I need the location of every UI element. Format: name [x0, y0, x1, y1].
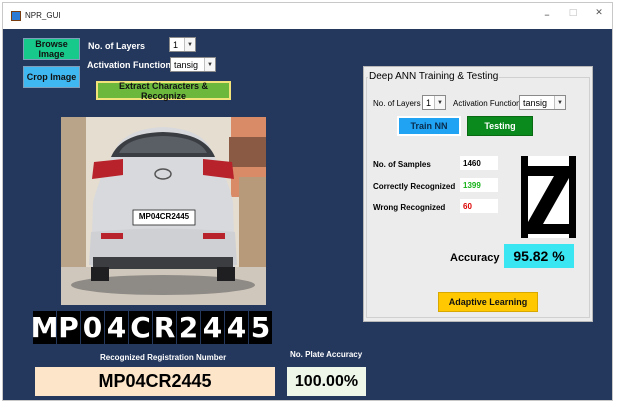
segmented-char: 2	[177, 311, 200, 344]
adaptive-learning-button[interactable]: Adaptive Learning	[438, 292, 538, 312]
window-title: NPR_GUI	[25, 11, 61, 20]
segmented-char: 0	[81, 311, 104, 344]
segmented-char: M	[30, 311, 59, 344]
maximize-icon[interactable]: □	[565, 8, 581, 18]
training-panel: Deep ANN Training & Testing No. of Layer…	[363, 66, 593, 322]
browse-image-button[interactable]: Browse Image	[23, 38, 80, 60]
wrong-value: 60	[460, 199, 498, 213]
title-bar: NPR_GUI – □ ✕	[3, 3, 612, 29]
chevron-down-icon: ▼	[434, 96, 445, 109]
correct-label: Correctly Recognized	[373, 182, 456, 191]
correct-value: 1399	[460, 178, 498, 192]
segmented-char: 4	[105, 311, 128, 344]
close-icon[interactable]: ✕	[591, 8, 607, 18]
activation-select[interactable]: tansig ▼	[170, 57, 216, 72]
segmented-char: R	[153, 311, 176, 344]
extract-recognize-button[interactable]: Extract Characters & Recognize	[96, 81, 231, 101]
plate-accuracy-box: 100.00%	[287, 367, 366, 396]
panel-activation-select[interactable]: tansig ▼	[519, 95, 566, 110]
recognized-label: Recognized Registration Number	[100, 353, 227, 362]
panel-layers-value: 1	[426, 97, 432, 108]
accuracy-value: 95.82 %	[504, 244, 574, 268]
panel-layers-select[interactable]: 1 ▼	[422, 95, 446, 110]
chevron-down-icon: ▼	[554, 96, 565, 109]
plate-accuracy-label: No. Plate Accuracy	[290, 350, 363, 359]
segmented-char: P	[57, 311, 80, 344]
wrong-label: Wrong Recognized	[373, 203, 446, 212]
segmented-char: 5	[249, 311, 272, 344]
crop-image-button[interactable]: Crop Image	[23, 66, 80, 88]
chevron-down-icon: ▼	[184, 38, 195, 51]
recognized-number-box: MP04CR2445	[35, 367, 275, 396]
segmented-characters: M P 0 4 C R 2 4 4 5	[30, 311, 273, 345]
character-preview: Z	[521, 156, 576, 238]
chevron-down-icon: ▼	[204, 58, 215, 71]
app-icon	[11, 11, 21, 21]
testing-button[interactable]: Testing	[467, 116, 533, 136]
layers-label: No. of Layers	[88, 41, 146, 51]
panel-activation-label: Activation Function	[453, 99, 521, 108]
samples-value: 1460	[460, 156, 498, 170]
panel-title: Deep ANN Training & Testing	[368, 71, 500, 82]
activation-select-value: tansig	[174, 59, 199, 70]
panel-activation-value: tansig	[523, 97, 548, 108]
train-nn-button[interactable]: Train NN	[397, 116, 461, 136]
layers-select-value: 1	[173, 39, 179, 50]
segmented-char: 4	[225, 311, 248, 344]
segmented-char: 4	[201, 311, 224, 344]
minimize-icon[interactable]: –	[539, 8, 555, 21]
app-window: NPR_GUI – □ ✕ Browse Image Crop Image No…	[2, 2, 613, 401]
accuracy-label: Accuracy	[450, 252, 500, 264]
layers-select[interactable]: 1 ▼	[169, 37, 196, 52]
car-plate-text: MP04CR2445	[138, 212, 190, 221]
samples-label: No. of Samples	[373, 160, 431, 169]
car-image: MP04CR2445	[61, 117, 266, 305]
activation-label: Activation Function	[87, 60, 171, 70]
segmented-char: C	[129, 311, 152, 344]
panel-layers-label: No. of Layers	[373, 99, 421, 108]
